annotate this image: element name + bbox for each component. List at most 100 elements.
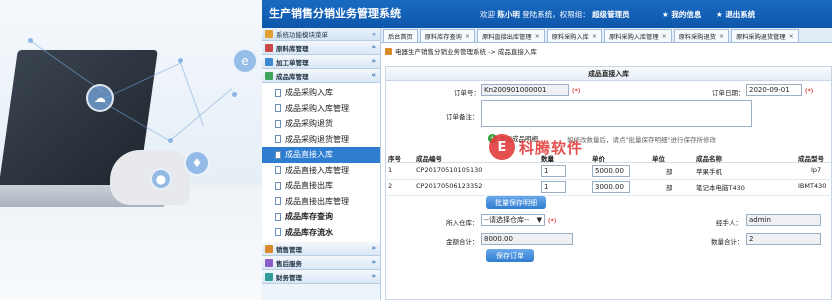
sidebar-group-raw-material[interactable]: 原料库管理 » xyxy=(262,41,380,55)
sidebar-item[interactable]: 成品采购退货 xyxy=(262,116,380,132)
cloud-icon: ☁ xyxy=(86,84,114,112)
tab[interactable]: 原料采购入库管理 × xyxy=(604,29,672,42)
batch-save-button[interactable]: 批量保存明细 xyxy=(486,196,546,209)
tab[interactable]: 原料采购退货 × xyxy=(673,29,730,42)
tab[interactable]: 原料库存查询 × xyxy=(419,29,476,42)
sidebar-item[interactable]: 成品直接出库 xyxy=(262,178,380,194)
total-amount-label: 金额合计： xyxy=(446,238,479,246)
network-node xyxy=(232,92,237,97)
required-mark: (*) xyxy=(548,217,557,225)
sidebar-item-active[interactable]: 成品直接入库 xyxy=(262,147,380,163)
close-icon[interactable]: × xyxy=(535,33,540,40)
home-icon xyxy=(265,30,273,38)
save-order-button[interactable]: 保存订单 xyxy=(486,249,534,262)
warehouse-label: 所入仓库： xyxy=(446,219,479,227)
document-icon xyxy=(275,197,281,206)
handler-field[interactable]: admin xyxy=(746,214,821,226)
globe-icon: e xyxy=(232,48,258,74)
table-row: 1 CP20170510105130 1 5000.00 部 苹果手机 Ip7 xyxy=(386,164,832,180)
order-no-label: 订单号： xyxy=(454,89,480,97)
price-input[interactable]: 3000.00 xyxy=(592,181,630,193)
close-icon[interactable]: × xyxy=(592,33,597,40)
price-input[interactable]: 5000.00 xyxy=(592,165,630,177)
document-icon xyxy=(275,228,281,237)
total-qty-label: 数量合计： xyxy=(711,238,744,246)
background-photo: ☁ e ♦ ● xyxy=(0,0,262,300)
sidebar-item[interactable]: 成品采购入库 xyxy=(262,85,380,101)
user-icon: ● xyxy=(150,168,172,190)
document-icon xyxy=(275,135,281,144)
my-info-link[interactable]: ★ 我的信息 xyxy=(662,10,707,19)
sidebar-item[interactable]: 成品库存流水 xyxy=(262,225,380,241)
chevron-down-icon: » xyxy=(371,272,376,280)
tab[interactable]: 原料直接出库管理 × xyxy=(477,29,545,42)
sidebar-item-list: 成品采购入库 成品采购入库管理 成品采购退货 成品采购退货管理 成品直接入库 成… xyxy=(262,83,380,242)
folder-icon xyxy=(265,272,273,281)
required-mark: (*) xyxy=(572,87,581,95)
remark-label: 订单备注： xyxy=(446,113,479,121)
chevron-down-icon: » xyxy=(371,258,376,266)
document-icon xyxy=(275,166,281,175)
sidebar-item[interactable]: 成品采购入库管理 xyxy=(262,101,380,117)
folder-icon xyxy=(265,57,273,66)
watermark-logo: E xyxy=(489,134,515,160)
chevron-down-icon: » xyxy=(371,57,376,65)
tab[interactable]: 原料采购入库 × xyxy=(546,29,603,42)
network-line xyxy=(179,60,204,127)
document-icon xyxy=(275,150,281,159)
order-date-label: 订单日期： xyxy=(712,89,745,97)
order-date-field[interactable]: 2020-09-01 xyxy=(746,84,802,96)
sidebar-group-finance[interactable]: 财务管理 » xyxy=(262,270,380,284)
form-panel: 成品直接入库 订单号： Kn200901000001 (*) 订单日期： 202… xyxy=(385,66,832,300)
sidebar-group-processing[interactable]: 加工单管理 » xyxy=(262,55,380,69)
sidebar-item[interactable]: 成品采购退货管理 xyxy=(262,132,380,148)
app-title: 生产销售分销业务管理系统 xyxy=(269,7,401,20)
warehouse-select[interactable]: --请选择仓库-- ▼ xyxy=(481,214,545,226)
user-name: 陈小明 xyxy=(497,10,520,19)
remark-textarea[interactable] xyxy=(481,100,752,127)
network-node xyxy=(168,138,173,143)
total-amount-field[interactable]: 8000.00 xyxy=(481,233,573,245)
qty-input[interactable]: 1 xyxy=(541,181,566,193)
user-role: 超级管理员 xyxy=(592,10,630,19)
total-qty-field[interactable]: 2 xyxy=(746,233,821,245)
welcome-text: 欢迎 陈小明 登陆系统，权限组： 超级管理员 xyxy=(480,10,630,19)
folder-icon xyxy=(265,43,273,52)
collapse-icon[interactable]: « xyxy=(372,30,376,38)
chevron-down-icon: » xyxy=(371,43,376,51)
hint-text: 如修改数量后，请点"批量保存明细"进行保存所修改 xyxy=(567,136,716,144)
required-mark: (*) xyxy=(805,87,814,95)
watermark: E 科腾软件 xyxy=(489,134,583,160)
network-node xyxy=(28,38,33,43)
network-line xyxy=(170,88,232,141)
close-icon[interactable]: × xyxy=(789,33,794,40)
home-icon xyxy=(385,47,392,55)
sidebar-item[interactable]: 成品直接出库管理 xyxy=(262,194,380,210)
close-icon[interactable]: × xyxy=(662,33,667,40)
folder-icon xyxy=(265,71,273,80)
folder-icon xyxy=(265,244,273,253)
sidebar-group-sales[interactable]: 销售管理 » xyxy=(262,242,380,256)
sidebar-item[interactable]: 成品直接入库管理 xyxy=(262,163,380,179)
sidebar-group-service[interactable]: 售后服务 » xyxy=(262,256,380,270)
tab[interactable]: 原料采购退货管理 × xyxy=(731,29,799,42)
folder-icon xyxy=(265,258,273,267)
breadcrumb: 电器生产销售分销业务管理系统 -> 成品直接入库 xyxy=(381,45,832,57)
top-header: 生产销售分销业务管理系统 欢迎 陈小明 登陆系统，权限组： 超级管理员 ★ 我的… xyxy=(262,0,832,28)
qty-input[interactable]: 1 xyxy=(541,165,566,177)
sidebar-group-product[interactable]: 成品库管理 « xyxy=(262,69,380,83)
sidebar: 系统功能模块菜单 « 原料库管理 » 加工单管理 » 成品库管理 « 成品采购入… xyxy=(262,28,381,300)
tab-bar: 后台首页 原料库存查询 × 原料直接出库管理 × 原料采购入库 × 原料采购入库管理 ×… xyxy=(381,28,832,43)
document-icon xyxy=(275,212,281,221)
handler-label: 经手人： xyxy=(716,219,742,227)
top-links: ★ 我的信息 ★ 退出系统 xyxy=(662,9,767,20)
close-icon[interactable]: × xyxy=(719,33,724,40)
close-icon[interactable]: × xyxy=(465,33,470,40)
logout-link[interactable]: ★ 退出系统 xyxy=(716,10,761,19)
tab-home[interactable]: 后台首页 xyxy=(383,29,418,42)
sidebar-item[interactable]: 成品库存查询 xyxy=(262,209,380,225)
chevron-down-icon: ▼ xyxy=(536,216,542,224)
document-icon xyxy=(275,88,281,97)
document-icon xyxy=(275,119,281,128)
order-no-field[interactable]: Kn200901000001 xyxy=(481,84,569,96)
